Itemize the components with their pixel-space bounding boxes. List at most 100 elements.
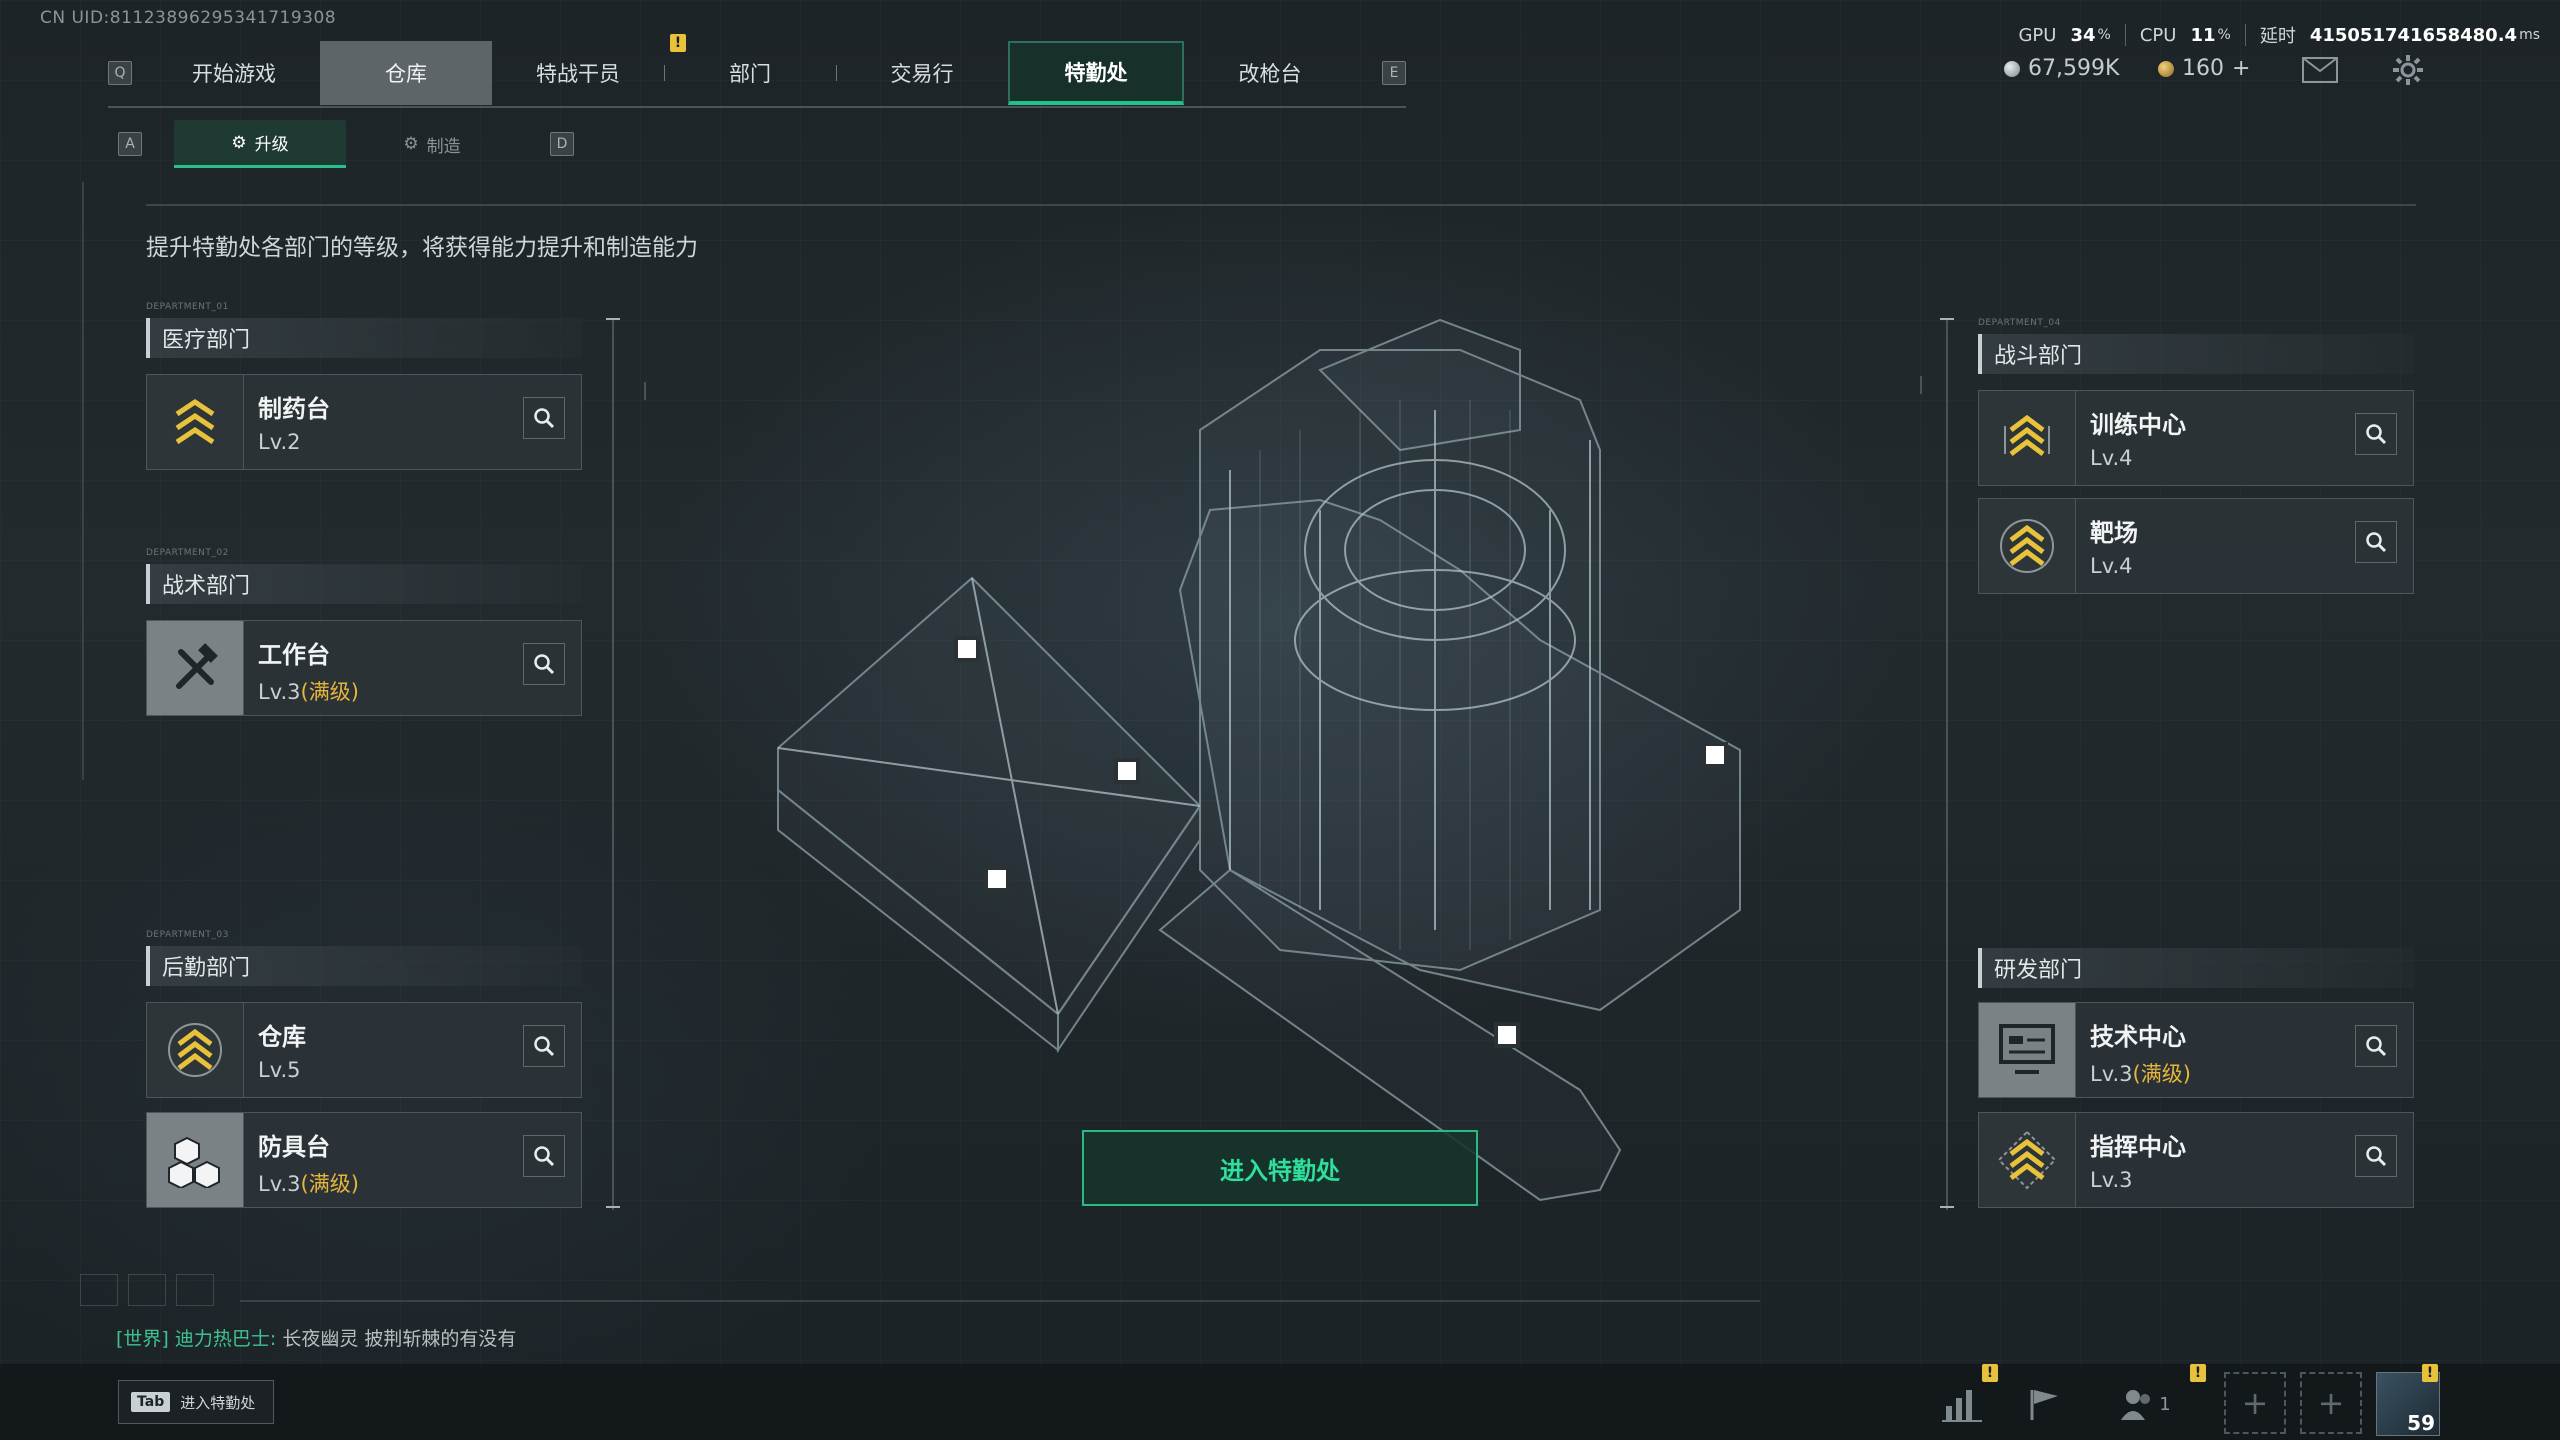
- search-icon[interactable]: [523, 1135, 565, 1177]
- hud-box: [128, 1274, 166, 1306]
- facility-level: Lv.5: [258, 1058, 301, 1082]
- friends-icon: [2121, 1390, 2151, 1420]
- rank-chevron-icon: [1979, 499, 2076, 593]
- sub-tabs: A ⚙ 升级 ⚙ 制造 D: [118, 120, 574, 168]
- facility-level: Lv.3: [258, 680, 301, 704]
- subtab-craft-label: 制造: [426, 136, 461, 157]
- subtab-upgrade[interactable]: ⚙ 升级: [174, 120, 346, 168]
- right-bracket: [1946, 318, 1948, 1210]
- facility-name: 工作台: [258, 641, 330, 669]
- monitor-icon: [1979, 1003, 2076, 1097]
- facility-card-armor-bench[interactable]: 防具台 Lv.3(满级): [146, 1112, 582, 1208]
- search-icon[interactable]: [2355, 413, 2397, 455]
- silver-coin-icon: [2004, 60, 2020, 77]
- stats-chart-icon[interactable]: [1934, 1376, 1990, 1432]
- avatar-warning-badge: !: [2422, 1364, 2438, 1382]
- search-icon[interactable]: [2355, 521, 2397, 563]
- hammer-wrench-icon: [147, 621, 244, 715]
- rank-chevron-icon: [147, 1003, 244, 1097]
- divider: [2244, 24, 2246, 46]
- gold-currency[interactable]: 160 +: [2158, 56, 2250, 81]
- divider-line: [146, 204, 2416, 206]
- chat-line[interactable]: [世界] 迪力热巴士: 长夜幽灵 披荆斩棘的有没有: [116, 1324, 516, 1351]
- tab-start-game[interactable]: 开始游戏: [148, 41, 320, 105]
- bracket-tick: [606, 1206, 620, 1208]
- stats-warning-badge: !: [1982, 1364, 1998, 1382]
- party-slot[interactable]: +: [2300, 1372, 2362, 1434]
- tab-operators[interactable]: 特战干员: [492, 41, 664, 105]
- subtab-next-key[interactable]: D: [550, 132, 574, 156]
- cpu-value: 11: [2190, 24, 2216, 46]
- left-bracket: [612, 318, 614, 1210]
- gpu-unit: %: [2097, 27, 2111, 43]
- flag-icon[interactable]: [2016, 1376, 2072, 1432]
- nav-next-key[interactable]: E: [1382, 61, 1406, 85]
- upgrade-icon: ⚙: [231, 132, 247, 153]
- gpu-label: GPU: [2018, 24, 2057, 46]
- dept-title-combat: 战斗部门: [1978, 334, 2414, 374]
- gold-add-button[interactable]: +: [2232, 56, 2250, 81]
- facility-card-pharmacy[interactable]: 制药台 Lv.2: [146, 374, 582, 470]
- facility-level: Lv.3: [2090, 1168, 2133, 1192]
- silver-amount: 67,599K: [2028, 56, 2120, 81]
- facility-level: Lv.3: [2090, 1062, 2133, 1086]
- nav-prev-key[interactable]: Q: [108, 61, 132, 85]
- hud-decoration: [1760, 376, 1922, 394]
- search-icon[interactable]: [523, 643, 565, 685]
- tab-hint-label: 进入特勤处: [180, 1393, 256, 1412]
- cpu-unit: %: [2217, 27, 2231, 43]
- hud-decoration: [644, 382, 766, 400]
- party-slot[interactable]: +: [2224, 1372, 2286, 1434]
- hud-box: [80, 1274, 118, 1306]
- facility-card-tech-center[interactable]: 技术中心 Lv.3(满级): [1978, 1002, 2414, 1098]
- gold-coin-icon: [2158, 60, 2174, 77]
- silver-currency[interactable]: 67,599K: [2004, 56, 2119, 81]
- search-icon[interactable]: [2355, 1025, 2397, 1067]
- top-navigation: Q 开始游戏 仓库 特战干员 部门 交易行 特勤处 改枪台 E: [108, 40, 1406, 108]
- facility-card-warehouse[interactable]: 仓库 Lv.5: [146, 1002, 582, 1098]
- subtab-craft[interactable]: ⚙ 制造: [346, 120, 518, 168]
- enter-special-ops-button[interactable]: 进入特勤处: [1082, 1130, 1478, 1206]
- dept-tag-medical: DEPARTMENT_01: [146, 302, 229, 312]
- tab-special-ops[interactable]: 特勤处: [1008, 41, 1184, 105]
- search-icon[interactable]: [523, 397, 565, 439]
- dept-title-tactical: 战术部门: [146, 564, 582, 604]
- facility-card-training-center[interactable]: 训练中心 Lv.4: [1978, 390, 2414, 486]
- tab-department[interactable]: 部门: [664, 41, 836, 105]
- facility-card-shooting-range[interactable]: 靶场 Lv.4: [1978, 498, 2414, 594]
- facility-name: 制药台: [258, 395, 330, 423]
- chat-user[interactable]: 迪力热巴士:: [175, 1328, 276, 1350]
- search-icon[interactable]: [523, 1025, 565, 1067]
- operators-warning-badge: !: [670, 34, 686, 52]
- latency-value: 415051741658480.4: [2309, 24, 2518, 46]
- player-level: 59: [2407, 1411, 2435, 1435]
- facility-name: 训练中心: [2090, 411, 2186, 439]
- search-icon[interactable]: [2355, 1135, 2397, 1177]
- facility-card-command-center[interactable]: 指挥中心 Lv.3: [1978, 1112, 2414, 1208]
- subtab-upgrade-label: 升级: [254, 135, 289, 155]
- bracket-tick: [606, 318, 620, 320]
- cpu-label: CPU: [2139, 24, 2177, 46]
- facility-name: 仓库: [258, 1023, 306, 1051]
- cubes-icon: [147, 1113, 244, 1207]
- facility-card-workbench[interactable]: 工作台 Lv.3(满级): [146, 620, 582, 716]
- gear-icon[interactable]: [2388, 50, 2428, 90]
- dept-tag-logistics: DEPARTMENT_03: [146, 930, 229, 940]
- latency-label: 延时: [2259, 26, 2296, 47]
- tab-warehouse[interactable]: 仓库: [320, 41, 492, 105]
- divider: [2124, 24, 2126, 46]
- gpu-value: 34: [2070, 24, 2096, 46]
- dept-title-research: 研发部门: [1978, 948, 2414, 988]
- rank-chevron-icon: [1979, 1113, 2076, 1207]
- tab-trading[interactable]: 交易行: [836, 41, 1008, 105]
- subtab-prev-key[interactable]: A: [118, 132, 142, 156]
- chat-channel: [世界]: [116, 1328, 169, 1350]
- performance-stats: GPU 34 % CPU 11 % 延时 415051741658480.4 m…: [2018, 22, 2540, 48]
- friends-button[interactable]: 1: [2110, 1376, 2180, 1432]
- tab-hint[interactable]: Tab 进入特勤处: [118, 1380, 274, 1424]
- friends-count: 1: [2159, 1393, 2171, 1415]
- dept-title-medical: 医疗部门: [146, 318, 582, 358]
- rank-chevron-icon: [1979, 391, 2076, 485]
- mail-icon[interactable]: [2300, 50, 2340, 90]
- tab-gunsmith[interactable]: 改枪台: [1184, 41, 1356, 105]
